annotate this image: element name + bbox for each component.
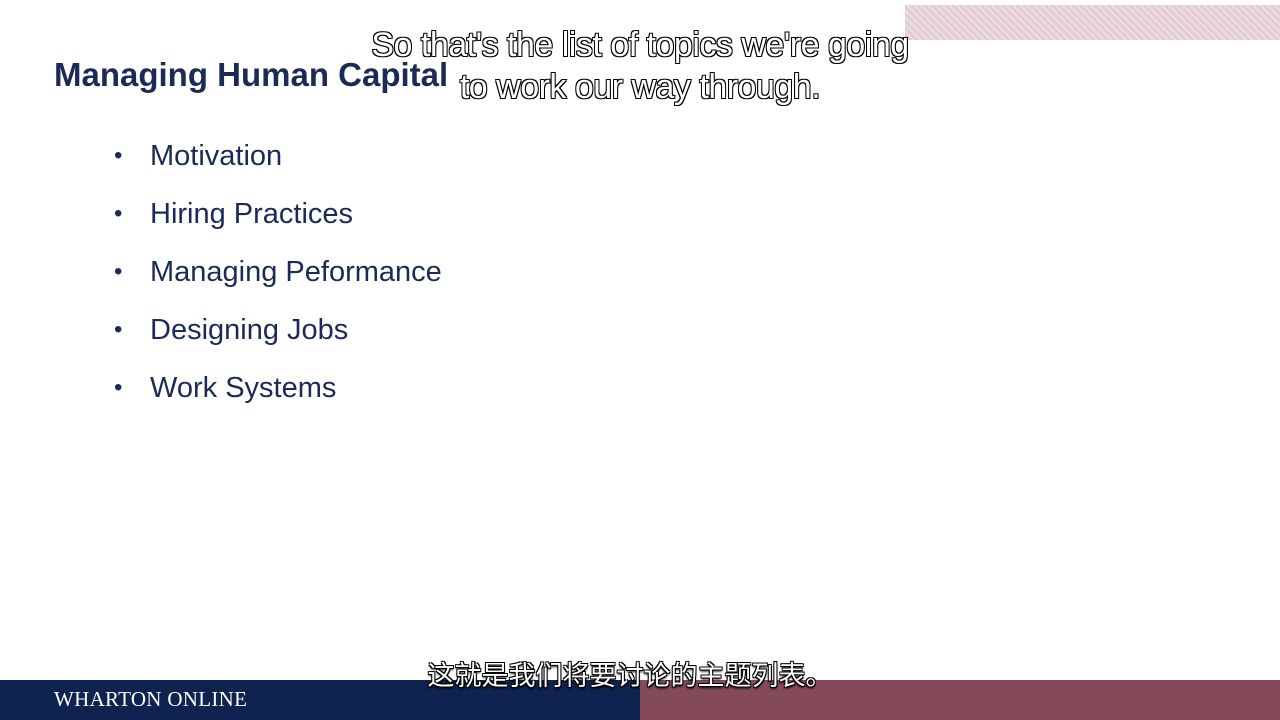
topic-item: • Hiring Practices <box>114 185 442 243</box>
topic-label: Hiring Practices <box>150 197 354 230</box>
slide: Managing Human Capital • Motivation • Hi… <box>0 0 1280 720</box>
topic-label: Motivation <box>150 139 283 172</box>
bullet-icon: • <box>114 374 123 401</box>
brand-wordmark: WHARTON ONLINE <box>54 687 248 711</box>
chinese-subtitle: 这就是我们将要讨论的主题列表。 <box>427 661 833 692</box>
bullet-icon: • <box>114 316 123 343</box>
topic-item: • Motivation <box>114 127 442 185</box>
topic-label: Work Systems <box>150 371 337 404</box>
bullet-icon: • <box>114 258 123 285</box>
topic-list: • Motivation • Hiring Practices • Managi… <box>114 127 442 417</box>
english-subtitle: So that's the list of topics we're going… <box>371 25 910 107</box>
topic-item: • Managing Peformance <box>114 243 442 301</box>
topic-label: Managing Peformance <box>150 255 442 288</box>
topic-item: • Work Systems <box>114 359 442 417</box>
corner-accent-bar <box>905 5 1280 40</box>
bullet-icon: • <box>114 200 123 227</box>
topic-label: Designing Jobs <box>150 313 349 346</box>
bullet-icon: • <box>114 142 123 169</box>
topic-item: • Designing Jobs <box>114 301 442 359</box>
